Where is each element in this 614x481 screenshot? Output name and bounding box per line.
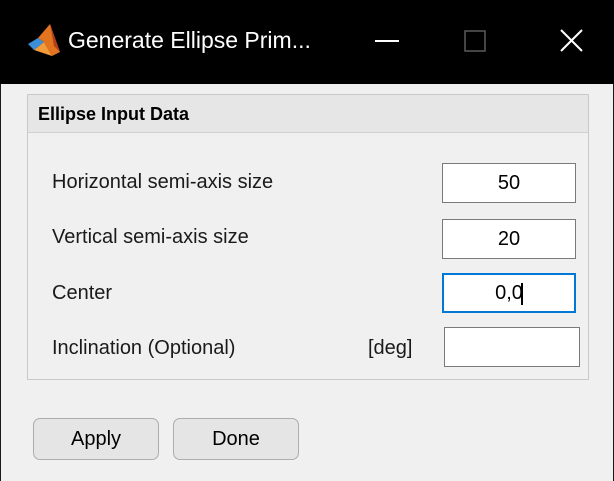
inclination-input[interactable]	[444, 327, 580, 367]
window-title: Generate Ellipse Prim...	[68, 27, 311, 53]
panel-header: Ellipse Input Data	[28, 95, 588, 133]
matlab-icon	[26, 22, 62, 58]
vertical-semi-axis-input[interactable]: 20	[442, 219, 576, 259]
apply-button[interactable]: Apply	[33, 418, 159, 460]
center-input[interactable]: 0,0	[442, 273, 576, 313]
horizontal-semi-axis-input[interactable]: 50	[442, 163, 576, 203]
horizontal-semi-axis-value: 50	[497, 172, 521, 194]
dialog-window: Generate Ellipse Prim... Ellipse Input D…	[0, 0, 614, 481]
panel-title: Ellipse Input Data	[38, 104, 190, 124]
input-panel: Ellipse Input Data Horizontal semi-axis …	[27, 94, 589, 380]
done-button[interactable]: Done	[173, 418, 299, 460]
inclination-label: Inclination (Optional)	[52, 337, 236, 359]
text-caret	[520, 282, 523, 305]
dialog-content: Ellipse Input Data Horizontal semi-axis …	[0, 84, 614, 481]
vertical-semi-axis-label: Vertical semi-axis size	[52, 226, 249, 248]
maximize-icon[interactable]	[433, 0, 517, 84]
center-label: Center	[52, 282, 113, 304]
inclination-unit: [deg]	[368, 337, 413, 359]
close-icon[interactable]	[530, 0, 614, 84]
title-bar[interactable]: Generate Ellipse Prim...	[0, 0, 614, 84]
center-value: 0,0	[495, 282, 523, 304]
minimize-icon[interactable]	[345, 0, 429, 84]
vertical-semi-axis-value: 20	[497, 228, 521, 250]
horizontal-semi-axis-label: Horizontal semi-axis size	[52, 171, 274, 193]
